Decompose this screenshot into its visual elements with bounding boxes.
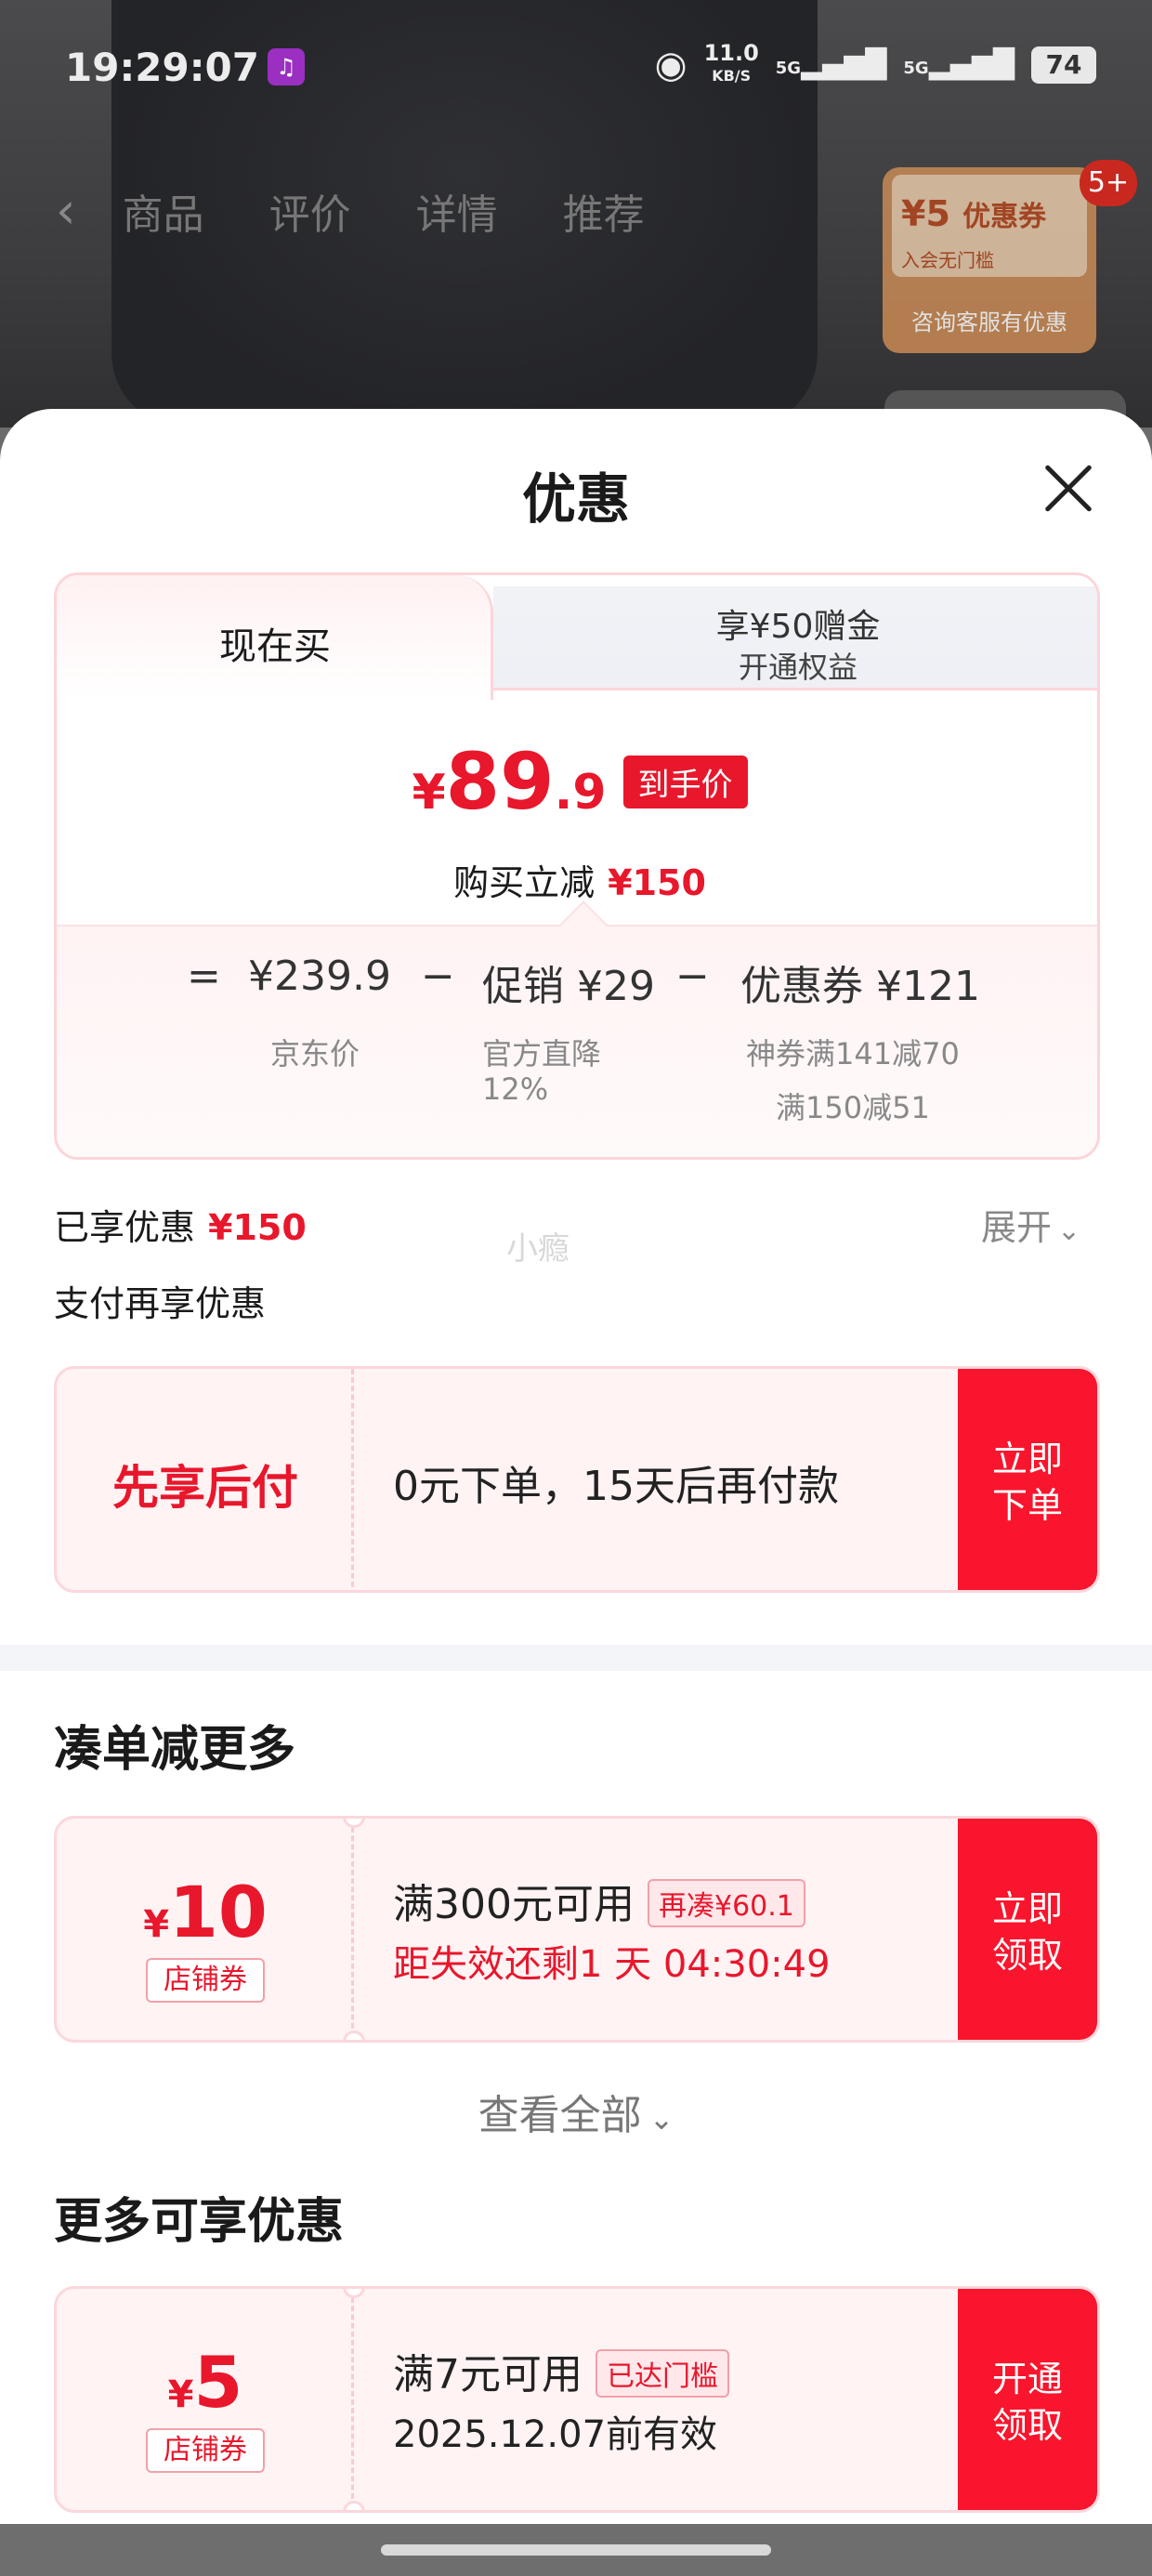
nav-tab-details[interactable]: 详情 <box>416 181 498 241</box>
coupon-amount: ¥5 <box>167 2341 243 2424</box>
instant-reduce-value: ¥150 <box>608 862 706 903</box>
nav-tab-reviews[interactable]: 评价 <box>269 181 351 241</box>
breakdown-jd-price: ¥239.9 <box>248 953 391 1000</box>
final-price-tag: 到手价 <box>622 756 748 808</box>
section-title-more: 更多可享优惠 <box>54 2194 345 2250</box>
breakdown-promo: 促销 ¥29 <box>482 963 655 1010</box>
coupon-left: ¥10 店铺券 <box>57 1819 354 2040</box>
coupon-notch <box>343 2501 365 2510</box>
breakdown-minus-2: − <box>675 953 710 1000</box>
coupon-left: ¥5 店铺券 <box>57 2289 354 2510</box>
enjoyed-discount-label: 已享优惠 <box>54 1207 196 1248</box>
bnpl-left: 先享后付 <box>57 1369 354 1590</box>
coupon-type-tag: 店铺券 <box>146 2428 265 2473</box>
expand-button[interactable]: 展开 ⌄ <box>981 1199 1080 1250</box>
section-divider <box>0 1645 1152 1671</box>
coupon-pill: 已达门槛 <box>596 2349 729 2398</box>
network-speed: 11.0 KB/S <box>703 40 759 85</box>
price-card: 现在买 享¥50赠金 开通权益 ¥89.9 到手价 购买立减 ¥150 = ¥23… <box>54 572 1100 1160</box>
gesture-bar <box>0 2524 1152 2576</box>
expand-label: 展开 <box>981 1207 1053 1248</box>
bnpl-card: 先享后付 0元下单，15天后再付款 立即 下单 <box>54 1366 1100 1593</box>
bnpl-order-button[interactable]: 立即 下单 <box>958 1369 1097 1590</box>
price-decimal: .9 <box>554 765 607 821</box>
coupon-card-store-5: ¥5 店铺券 满7元可用 已达门槛 2025.12.07前有效 开通 领取 <box>54 2286 1100 2513</box>
close-icon[interactable] <box>1041 461 1096 517</box>
breakdown-coupon: 优惠券 ¥121 <box>740 963 980 1010</box>
coupon-count-badge: 5+ <box>1080 160 1137 206</box>
bnpl-text: 0元下单，15天后再付款 <box>393 1463 839 1510</box>
price-breakdown: = ¥239.9 京东价 − 促销 ¥29 官方直降 12% − 优惠券 ¥12… <box>57 925 1097 1157</box>
breakdown-promo-sub1: 官方直降 <box>482 1036 602 1071</box>
status-bar: 19:29:07 ♫ ◉ 11.0 KB/S 5G▂▄▆█ 5G▂▄▆█ 74 <box>0 0 1152 139</box>
home-indicator[interactable] <box>381 2544 771 2556</box>
claim-coupon-button[interactable]: 立即 领取 <box>958 1819 1097 2040</box>
tab-membership-line1: 享¥50赠金 <box>715 608 881 646</box>
coupon-notch <box>343 2031 365 2040</box>
watermark-text: 小瘾 <box>506 1230 569 1268</box>
section-title-bundle: 凑单减更多 <box>54 1722 296 1778</box>
sheet-title: 优惠 <box>521 467 630 531</box>
chevron-down-icon: ⌄ <box>1057 1215 1081 1247</box>
breakdown-coupon-sub2: 满150减51 <box>776 1090 930 1125</box>
view-all-label: 查看全部 <box>478 2092 642 2139</box>
pay-more-title: 支付再享优惠 <box>54 1283 267 1324</box>
battery-icon: 74 <box>1031 46 1096 84</box>
product-top-nav: ‹ 商品 评价 详情 推荐 <box>56 181 645 241</box>
enjoyed-discount: 已享优惠 ¥150 <box>54 1199 307 1250</box>
breakdown-equals: = <box>187 953 221 1000</box>
notification-bell-icon: ♫ <box>268 48 305 85</box>
price-integer: 89 <box>445 736 555 827</box>
breakdown-minus-1: − <box>421 953 455 1000</box>
enjoyed-discount-value: ¥150 <box>208 1207 307 1248</box>
tab-buy-now-label: 现在买 <box>219 625 331 668</box>
coupon-valid-until: 2025.12.07前有效 <box>393 2413 718 2456</box>
status-time: 19:29:07 <box>65 45 259 90</box>
coupon-condition: 满300元可用 再凑¥60.1 <box>393 1871 805 1931</box>
floating-coupon-cta: 咨询客服有优惠 <box>911 309 1067 335</box>
coupon-pill: 再凑¥60.1 <box>647 1879 805 1927</box>
open-and-claim-button[interactable]: 开通 领取 <box>958 2289 1097 2510</box>
nav-tab-goods[interactable]: 商品 <box>123 181 204 241</box>
floating-coupon[interactable]: ¥5 优惠券 入会无门槛 咨询客服有优惠 <box>883 167 1096 353</box>
view-all-button[interactable]: 查看全部 ⌄ <box>0 2082 1152 2141</box>
breakdown-coupon-sub1: 神券满141减70 <box>746 1036 960 1071</box>
instant-reduce-label: 购买立减 <box>453 862 596 903</box>
back-icon[interactable]: ‹ <box>56 181 76 241</box>
instant-reduce: 购买立减 ¥150 <box>57 854 1097 905</box>
coupon-expiry-countdown: 距失效还剩1 天 04:30:49 <box>393 1943 831 1986</box>
tab-buy-now[interactable]: 现在买 <box>57 575 493 700</box>
chevron-down-icon: ⌄ <box>648 2101 674 2136</box>
bnpl-label: 先享后付 <box>112 1461 298 1515</box>
signal-icon-1: 5G▂▄▆█ <box>775 48 887 81</box>
tab-membership[interactable]: 享¥50赠金 开通权益 <box>493 586 1097 690</box>
signal-icon-2: 5G▂▄▆█ <box>903 48 1015 81</box>
floating-coupon-amount: ¥5 优惠券 入会无门槛 <box>892 175 1087 277</box>
tab-membership-line2: 开通权益 <box>738 650 857 685</box>
breakdown-jd-price-label: 京东价 <box>270 1036 360 1071</box>
location-icon: ◉ <box>654 43 687 86</box>
price-currency: ¥ <box>412 765 446 821</box>
breakdown-promo-sub2: 12% <box>482 1071 549 1107</box>
discount-sheet: 优惠 现在买 享¥50赠金 开通权益 ¥89.9 到手价 购买立减 ¥150 = … <box>0 409 1152 2528</box>
nav-tab-recommend[interactable]: 推荐 <box>563 181 645 241</box>
coupon-type-tag: 店铺券 <box>146 1958 265 2003</box>
final-price: ¥89.9 到手价 <box>57 743 1097 821</box>
coupon-amount: ¥10 <box>143 1871 268 1953</box>
coupon-card-store-10: ¥10 店铺券 满300元可用 再凑¥60.1 距失效还剩1 天 04:30:49… <box>54 1816 1100 2043</box>
coupon-condition: 满7元可用 已达门槛 <box>393 2341 729 2401</box>
